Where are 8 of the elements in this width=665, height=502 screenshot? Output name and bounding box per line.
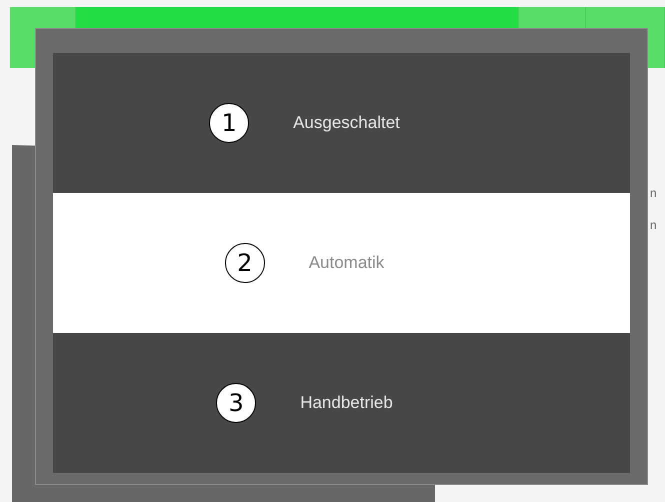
cut-text: n [650, 218, 657, 232]
option-label: Ausgeschaltet [293, 113, 400, 133]
mode-option[interactable] [53, 193, 630, 333]
mode-option[interactable] [53, 333, 630, 473]
option-label: Automatik [308, 253, 384, 273]
cut-text: n [650, 186, 657, 200]
option-label: Handbetrieb [300, 393, 393, 413]
mode-option[interactable] [53, 53, 630, 193]
